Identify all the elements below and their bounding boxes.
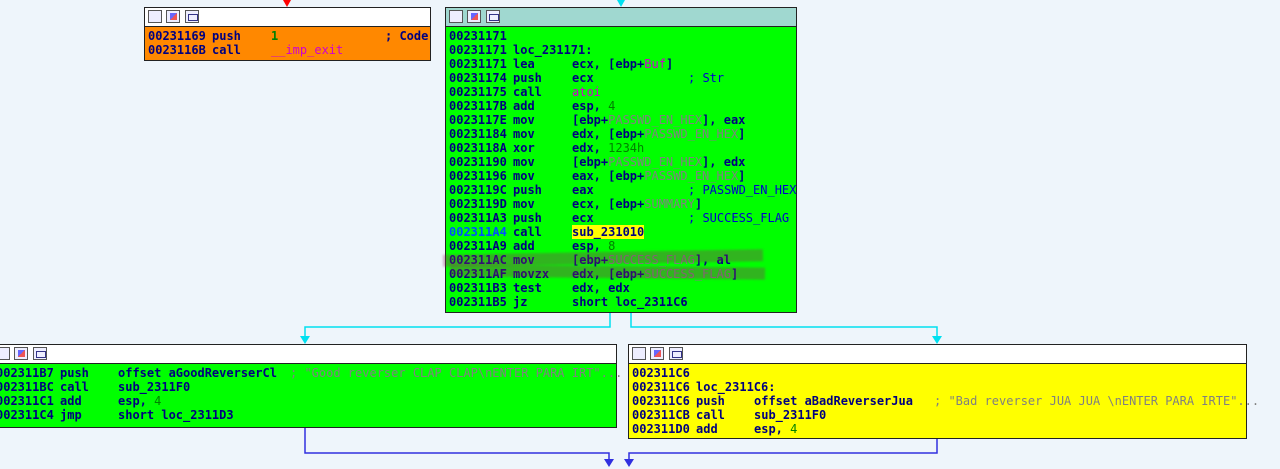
good-block-node[interactable]: 002311B7 push offset aGoodReverserCl; "Goo… bbox=[0, 344, 622, 428]
asm-line[interactable]: 002311A3 push ecx; SUCCESS_FLAG bbox=[449, 211, 793, 225]
node-header[interactable] bbox=[629, 345, 1246, 364]
edge-arrow-bad bbox=[932, 336, 942, 344]
asm-line[interactable]: 002311C1 add esp, 4 bbox=[0, 394, 613, 408]
asm-line[interactable]: 00231174 push ecx; Str bbox=[449, 71, 793, 85]
edge-arrow-merge-1 bbox=[604, 459, 614, 467]
graph-color-icon[interactable] bbox=[632, 347, 646, 360]
asm-line[interactable]: 002311B7 push offset aGoodReverserCl; "Goo… bbox=[0, 366, 622, 380]
graph-color-icon[interactable] bbox=[449, 10, 463, 23]
edge-true-branch bbox=[630, 313, 938, 337]
asm-line[interactable]: 00231175 call atoi bbox=[449, 85, 793, 99]
edge-good-merge bbox=[304, 428, 610, 460]
node-text-icon[interactable] bbox=[185, 10, 199, 23]
asm-line[interactable]: 002311B5 jz short loc_2311C6 bbox=[449, 295, 793, 309]
asm-line[interactable]: 0023118A xor edx, 1234h bbox=[449, 141, 793, 155]
asm-line[interactable]: 002311BC call sub_2311F0 bbox=[0, 380, 613, 394]
node-header[interactable] bbox=[446, 8, 796, 27]
asm-line[interactable]: 00231169 push 1; Code bbox=[148, 29, 428, 43]
edge-arrow-cyan-top bbox=[617, 0, 625, 7]
asm-line[interactable]: 0023117B add esp, 4 bbox=[449, 99, 793, 113]
asm-line[interactable]: 00231196 mov eax, [ebp+PASSWD_EN_HEX] bbox=[449, 169, 793, 183]
edge-arrow-merge-2 bbox=[624, 459, 634, 467]
edit-node-icon[interactable] bbox=[467, 10, 481, 23]
edit-node-icon[interactable] bbox=[166, 10, 180, 23]
asm-line[interactable]: 002311C4 jmp short loc_2311D3 bbox=[0, 408, 613, 422]
graph-color-icon[interactable] bbox=[0, 347, 10, 360]
asm-line[interactable]: 00231184 mov edx, [ebp+PASSWD_EN_HEX] bbox=[449, 127, 793, 141]
node-text-icon[interactable] bbox=[33, 347, 47, 360]
call-target-highlight[interactable]: sub_231010 bbox=[572, 225, 645, 239]
node-header[interactable] bbox=[145, 8, 430, 27]
asm-label-line[interactable]: 00231171 loc_231171: bbox=[449, 43, 793, 57]
asm-line[interactable]: 0023119C push eax; PASSWD_EN_HEX bbox=[449, 183, 796, 197]
edge-arrow-good bbox=[300, 336, 310, 344]
asm-line[interactable]: 002311C6 bbox=[632, 366, 1243, 380]
asm-line-current[interactable]: 002311A4 call sub_231010 bbox=[449, 225, 793, 239]
exit-block-node[interactable]: 00231169 push 1; Code 0023116B call __imp_ex… bbox=[144, 7, 431, 61]
asm-label-line[interactable]: 002311C6 loc_2311C6: bbox=[632, 380, 1243, 394]
asm-line[interactable]: 002311D0 add esp, 4 bbox=[632, 422, 1243, 436]
asm-line[interactable]: 00231171 lea ecx, [ebp+Buf] bbox=[449, 57, 793, 71]
asm-line[interactable]: 0023117E mov [ebp+PASSWD_EN_HEX], eax bbox=[449, 113, 793, 127]
edge-bad-merge bbox=[628, 439, 938, 460]
asm-line[interactable]: 002311C6 push offset aBadReverserJua; "Bad… bbox=[632, 394, 1259, 408]
asm-line[interactable]: 0023116B call __imp_exit bbox=[148, 43, 427, 57]
asm-line[interactable]: 002311B3 test edx, edx bbox=[449, 281, 793, 295]
bad-block-node[interactable]: 002311C6 002311C6 loc_2311C6: 002311C6 pus… bbox=[628, 344, 1259, 439]
node-text-icon[interactable] bbox=[486, 10, 500, 23]
asm-line[interactable]: 0023119D mov ecx, [ebp+SUMMARY] bbox=[449, 197, 793, 211]
edge-arrow-red bbox=[283, 0, 291, 7]
asm-line[interactable]: 002311CB call sub_2311F0 bbox=[632, 408, 1243, 422]
edit-node-icon[interactable] bbox=[650, 347, 664, 360]
edge-false-branch bbox=[304, 313, 611, 337]
asm-line[interactable]: 00231190 mov [ebp+PASSWD_EN_HEX], edx bbox=[449, 155, 793, 169]
edit-node-icon[interactable] bbox=[14, 347, 28, 360]
node-header[interactable] bbox=[0, 345, 616, 364]
node-text-icon[interactable] bbox=[669, 347, 683, 360]
asm-line[interactable]: 00231171 bbox=[449, 29, 793, 43]
graph-color-icon[interactable] bbox=[148, 10, 162, 23]
